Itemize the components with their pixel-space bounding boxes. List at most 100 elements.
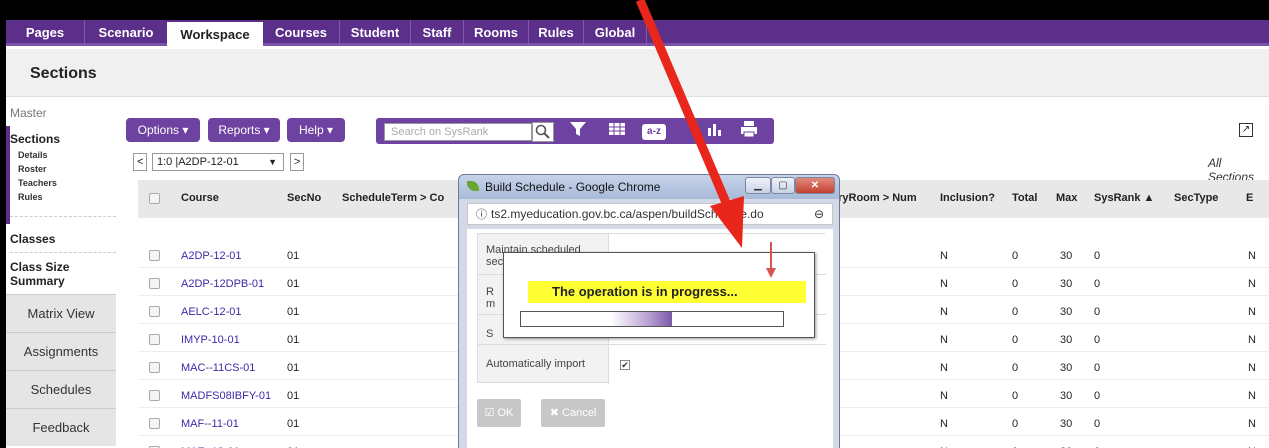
sysrank-cell: 0 <box>1094 418 1101 430</box>
total-cell: 0 <box>1012 418 1019 430</box>
row-checkbox[interactable] <box>149 306 160 317</box>
sysrank-cell: 0 <box>1094 306 1101 318</box>
max-cell: 30 <box>1060 390 1073 402</box>
inclusion-cell: N <box>940 390 948 402</box>
close-icon[interactable]: ✕ <box>795 177 835 194</box>
popout-icon[interactable]: ↗ <box>1239 123 1253 137</box>
sidebar-item-assignments[interactable]: Assignments <box>6 332 116 370</box>
x-icon: ✖ <box>549 407 563 419</box>
filter-icon[interactable] <box>569 119 587 143</box>
maximize-icon[interactable]: ▢ <box>771 177 795 194</box>
sysrank-cell: 0 <box>1094 278 1101 290</box>
secno-cell: 01 <box>287 362 300 374</box>
max-cell: 30 <box>1060 250 1073 262</box>
ok-button[interactable]: ☑ OK <box>477 399 521 427</box>
minimize-icon[interactable]: ▁ <box>745 177 771 194</box>
info-icon: ⓘ <box>476 209 487 221</box>
sidebar-master-label: Master <box>10 106 47 120</box>
tab-pages[interactable]: Pages <box>6 20 84 46</box>
course-link[interactable]: MADFS08IBFY-01 <box>181 390 271 402</box>
print-icon[interactable] <box>740 119 758 143</box>
next-record-button[interactable]: > <box>290 153 304 171</box>
chart-icon[interactable] <box>706 119 722 143</box>
column-header-room[interactable]: aryRoom > Num <box>832 192 917 204</box>
tab-rooms[interactable]: Rooms <box>464 20 528 46</box>
total-cell: 0 <box>1012 250 1019 262</box>
tab-global[interactable]: Global <box>584 20 646 46</box>
column-header-e[interactable]: E <box>1246 192 1253 204</box>
chrome-app-icon <box>467 181 479 191</box>
e-cell: N <box>1248 390 1256 402</box>
row-checkbox[interactable] <box>149 362 160 373</box>
sysrank-cell: 0 <box>1094 250 1101 262</box>
column-header-scheduleterm[interactable]: ScheduleTerm > Co <box>342 192 444 204</box>
cancel-button[interactable]: ✖ Cancel <box>541 399 605 427</box>
total-cell: 0 <box>1012 334 1019 346</box>
column-header-course[interactable]: Course <box>181 192 219 204</box>
course-link[interactable]: A2DP-12DPB-01 <box>181 278 264 290</box>
sidebar-item-classes[interactable]: Classes <box>10 232 55 246</box>
option-label-r: R <box>486 286 494 298</box>
tab-rules[interactable]: Rules <box>529 20 583 46</box>
address-url: ts2.myeducation.gov.bc.ca/aspen/buildSch… <box>491 207 764 221</box>
tab-scenario[interactable]: Scenario <box>85 20 167 46</box>
sidebar: Master Sections Details Roster Teachers … <box>6 98 116 448</box>
course-link[interactable]: A2DP-12-01 <box>181 250 242 262</box>
sort-icon[interactable]: a-z <box>642 124 666 140</box>
tab-student[interactable]: Student <box>340 20 410 46</box>
column-header-total[interactable]: Total <box>1012 192 1037 204</box>
sidebar-item-schedules[interactable]: Schedules <box>6 370 116 408</box>
grid-icon[interactable] <box>608 119 626 143</box>
sidebar-subitem-teachers[interactable]: Teachers <box>18 178 57 188</box>
sidebar-item-class-size-summary[interactable]: Class Size Summary <box>10 260 110 288</box>
row-checkbox[interactable] <box>149 418 160 429</box>
row-checkbox[interactable] <box>149 390 160 401</box>
row-checkbox[interactable] <box>149 250 160 261</box>
sidebar-subitem-details[interactable]: Details <box>18 150 48 160</box>
column-header-sysrank[interactable]: SysRank ▲ <box>1094 192 1154 204</box>
sidebar-divider <box>10 252 116 253</box>
course-link[interactable]: IMYP-10-01 <box>181 334 240 346</box>
search-input[interactable]: Search on SysRank <box>384 123 532 141</box>
tab-workspace[interactable]: Workspace <box>167 20 263 46</box>
progress-bar-fill <box>611 312 672 326</box>
course-link[interactable]: AELC-12-01 <box>181 306 242 318</box>
e-cell: N <box>1248 418 1256 430</box>
tab-courses[interactable]: Courses <box>263 20 339 46</box>
course-link[interactable]: MAF--11-01 <box>181 418 239 430</box>
row-checkbox[interactable] <box>149 334 160 345</box>
auto-import-label: Automatically import <box>486 358 586 370</box>
help-button[interactable]: Help ▾ <box>287 118 345 142</box>
column-header-sectype[interactable]: SecType <box>1174 192 1218 204</box>
sidebar-item-matrix-view[interactable]: Matrix View <box>6 294 116 332</box>
column-header-secno[interactable]: SecNo <box>287 192 321 204</box>
check-icon: ☑ <box>484 407 498 419</box>
sysrank-cell: 0 <box>1094 334 1101 346</box>
reports-button[interactable]: Reports ▾ <box>208 118 280 142</box>
row-checkbox[interactable] <box>149 278 160 289</box>
zoom-icon[interactable]: ⊖ <box>814 204 824 224</box>
max-cell: 30 <box>1060 362 1073 374</box>
address-bar[interactable]: ⓘ ts2.myeducation.gov.bc.ca/aspen/buildSc… <box>467 203 833 225</box>
select-all-checkbox[interactable] <box>149 193 160 204</box>
auto-import-checkbox[interactable]: ✔ <box>620 360 630 370</box>
tab-staff[interactable]: Staff <box>411 20 463 46</box>
options-button[interactable]: Options ▾ <box>126 118 200 142</box>
record-select[interactable]: 1:0 |A2DP-12-01 ▼ <box>152 153 284 171</box>
column-header-max[interactable]: Max <box>1056 192 1077 204</box>
chevron-down-icon: ▼ <box>268 157 277 167</box>
prev-record-button[interactable]: < <box>133 153 147 171</box>
sidebar-item-sections[interactable]: Sections <box>10 132 60 146</box>
max-cell: 30 <box>1060 306 1073 318</box>
screenshot-frame: Pages Scenario Workspace Courses Student… <box>0 0 1269 448</box>
sidebar-subitem-rules[interactable]: Rules <box>18 192 43 202</box>
column-header-inclusion[interactable]: Inclusion? <box>940 192 995 204</box>
e-cell: N <box>1248 306 1256 318</box>
secno-cell: 01 <box>287 390 300 402</box>
inclusion-cell: N <box>940 362 948 374</box>
course-link[interactable]: MAC--11CS-01 <box>181 362 255 374</box>
sidebar-subitem-roster[interactable]: Roster <box>18 164 47 174</box>
secno-cell: 01 <box>287 418 300 430</box>
search-icon[interactable] <box>532 122 554 142</box>
sidebar-item-feedback[interactable]: Feedback <box>6 408 116 446</box>
